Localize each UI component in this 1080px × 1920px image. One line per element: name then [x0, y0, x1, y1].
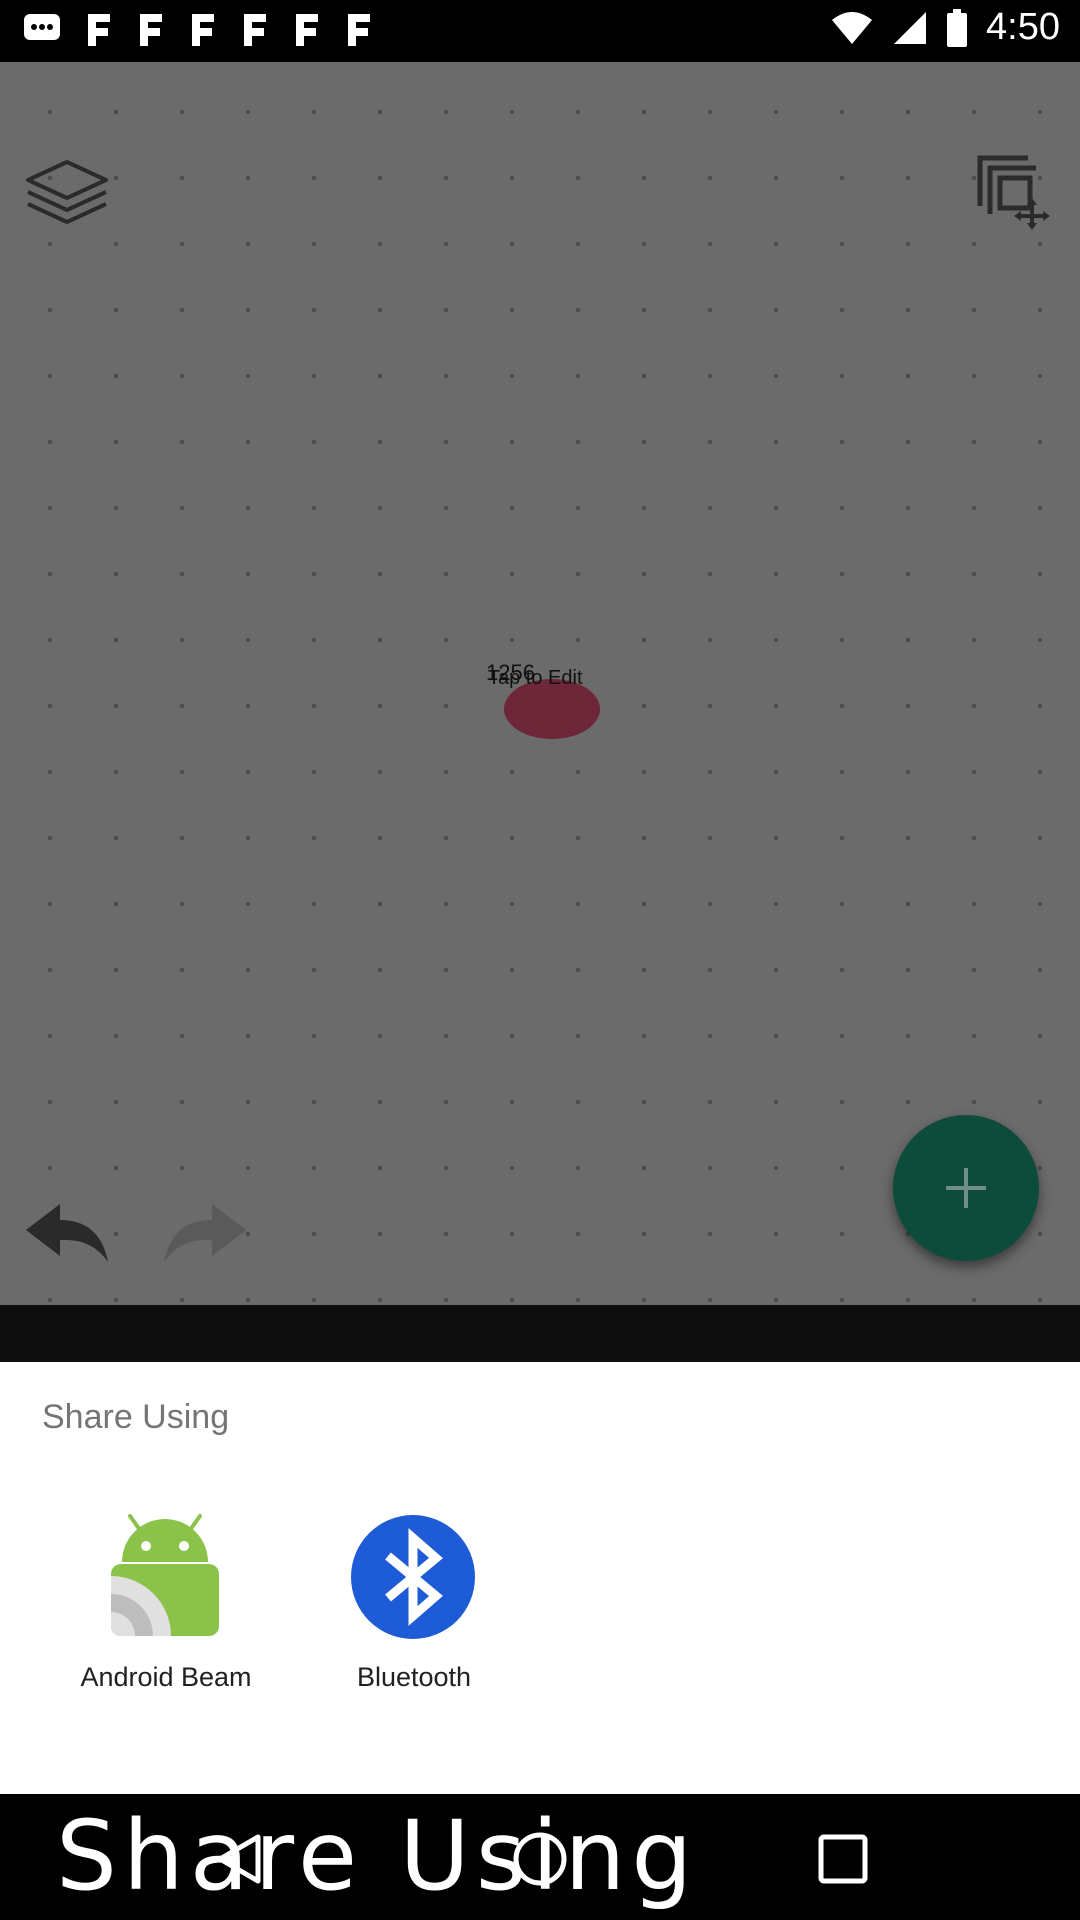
- undo-icon: [26, 1204, 108, 1262]
- system-icons: 4:50: [830, 6, 1060, 49]
- share-sheet-title: Share Using: [42, 1398, 230, 1436]
- wifi-icon: [832, 11, 873, 44]
- app-icon: [348, 14, 370, 46]
- redo-button[interactable]: [160, 1200, 250, 1270]
- notification-icons: [22, 8, 374, 48]
- select-move-icon: [977, 155, 1050, 230]
- navigation-bar: Share Using: [0, 1794, 1080, 1920]
- app-icon: [192, 14, 214, 46]
- battery-icon: [947, 8, 968, 47]
- recents-icon: [818, 1834, 868, 1884]
- notification-icon: [24, 14, 60, 40]
- plus-icon: [946, 1168, 986, 1208]
- android-beam-icon: [111, 1514, 219, 1636]
- node-label[interactable]: Tap to Edit: [488, 667, 583, 690]
- add-node-button[interactable]: [893, 1115, 1039, 1261]
- select-move-button[interactable]: [972, 150, 1052, 230]
- share-option-bluetooth[interactable]: Bluetooth: [314, 1512, 514, 1722]
- share-option-label: Bluetooth: [356, 1662, 472, 1692]
- app-icon: [88, 14, 110, 46]
- share-option-label: Android Beam: [80, 1662, 252, 1692]
- bottom-toolbar: [0, 1305, 1080, 1362]
- layers-icon: [26, 160, 108, 224]
- redo-icon: [164, 1204, 246, 1262]
- app-icon: [296, 14, 318, 46]
- app-icon: [140, 14, 162, 46]
- signal-icon: [894, 11, 927, 44]
- share-sheet: Share Using Android Beam Bluetooth: [0, 1362, 1080, 1794]
- layers-button[interactable]: [22, 156, 112, 228]
- bluetooth-icon: [351, 1515, 475, 1639]
- recents-button[interactable]: [808, 1824, 878, 1894]
- overlay-caption: Share Using: [56, 1800, 699, 1912]
- clock: 4:50: [986, 6, 1060, 48]
- undo-button[interactable]: [22, 1200, 112, 1270]
- share-option-android-beam[interactable]: Android Beam: [66, 1512, 266, 1722]
- status-bar: 4:50: [0, 0, 1080, 62]
- app-icon: [244, 14, 266, 46]
